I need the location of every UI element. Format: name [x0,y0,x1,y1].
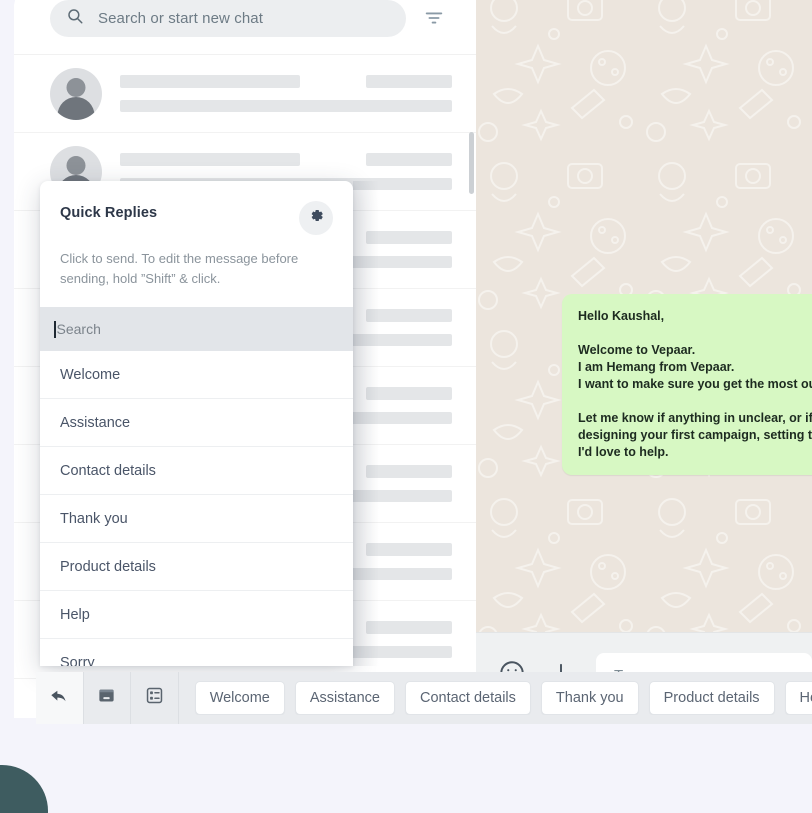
quick-replies-settings-button[interactable] [299,201,333,235]
archive-box-button[interactable] [84,672,132,724]
quick-reply-item[interactable]: Welcome [40,351,353,399]
quick-reply-item[interactable]: Product details [40,543,353,591]
quick-reply-item-label: Thank you [60,510,128,527]
quick-reply-item-label: Sorry [60,654,95,667]
chat-list-scrollbar[interactable] [469,132,474,194]
timestamp-placeholder [366,621,452,634]
reply-arrow-button[interactable] [36,672,84,724]
quick-reply-chip-label: Welcome [209,690,270,706]
quick-replies-popup: Quick Replies Click to send. To edit the… [40,181,353,666]
timestamp-placeholder [366,465,452,478]
quick-reply-item-label: Product details [60,558,156,575]
quick-reply-chip[interactable]: Product details [648,681,775,715]
quick-reply-chip-label: Assistance [309,690,380,706]
timestamp-placeholder [366,75,452,88]
search-header: Search or start new chat [14,0,476,55]
quick-reply-chip[interactable]: Thank you [540,681,639,715]
quick-reply-item-label: Help [60,606,90,623]
quick-reply-chips: Welcome Assistance Contact details Thank yo… [179,681,812,715]
quick-reply-item-label: Welcome [60,366,121,383]
quick-reply-chip[interactable]: Help [784,681,812,715]
outgoing-message-bubble: Hello Kaushal, Welcome to Vepaar. I am H… [562,294,812,475]
quick-reply-item[interactable]: Help [40,591,353,639]
quick-reply-item[interactable]: Sorry [40,639,353,667]
quick-replies-grid-icon [145,686,164,710]
gear-icon [308,207,325,229]
quick-reply-chip-label: Contact details [419,690,516,706]
quick-reply-chip-label: Help [799,690,812,706]
archive-box-icon [97,686,116,710]
timestamp-placeholder [366,309,452,322]
quick-reply-chip[interactable]: Contact details [404,681,531,715]
timestamp-placeholder [366,153,452,166]
chat-list-item[interactable] [14,55,476,133]
quick-replies-grid-button[interactable] [131,672,179,724]
quick-reply-item[interactable]: Thank you [40,495,353,543]
quick-replies-description: Click to send. To edit the message befor… [60,251,299,286]
quick-reply-item-label: Contact details [60,462,156,479]
search-input[interactable]: Search or start new chat [50,0,406,37]
timestamp-placeholder [366,543,452,556]
quick-reply-toolbar: Welcome Assistance Contact details Thank yo… [36,672,812,724]
contact-name-placeholder [120,153,300,166]
quick-replies-list: Welcome Assistance Contact details Thank yo… [40,351,353,666]
search-placeholder: Search or start new chat [98,9,263,27]
person-avatar-icon [50,67,102,120]
text-caret [54,320,56,338]
search-icon [66,7,84,30]
quick-reply-item[interactable]: Contact details [40,447,353,495]
quick-replies-title: Quick Replies [60,205,158,221]
quick-replies-header: Quick Replies Click to send. To edit the… [40,181,353,307]
screenshot-root: Search or start new chat Hello Kaushal, … [0,0,812,813]
quick-replies-search-placeholder: Search [56,321,101,337]
quick-reply-chip-label: Thank you [555,690,624,706]
quick-reply-chip[interactable]: Assistance [294,681,395,715]
quick-reply-chip-label: Product details [663,690,760,706]
filter-icon[interactable] [414,0,454,38]
message-preview-placeholder [120,100,452,112]
quick-reply-item-label: Assistance [60,414,131,431]
timestamp-placeholder [366,231,452,244]
timestamp-placeholder [366,387,452,400]
conversation-pane: Hello Kaushal, Welcome to Vepaar. I am H… [476,0,812,718]
message-area: Hello Kaushal, Welcome to Vepaar. I am H… [476,0,812,632]
quick-replies-search-input[interactable]: Search [40,307,353,351]
quick-reply-item[interactable]: Assistance [40,399,353,447]
quick-reply-chip[interactable]: Welcome [194,681,285,715]
contact-name-placeholder [120,75,300,88]
reply-arrow-icon [48,685,70,712]
decorative-corner [0,765,48,813]
